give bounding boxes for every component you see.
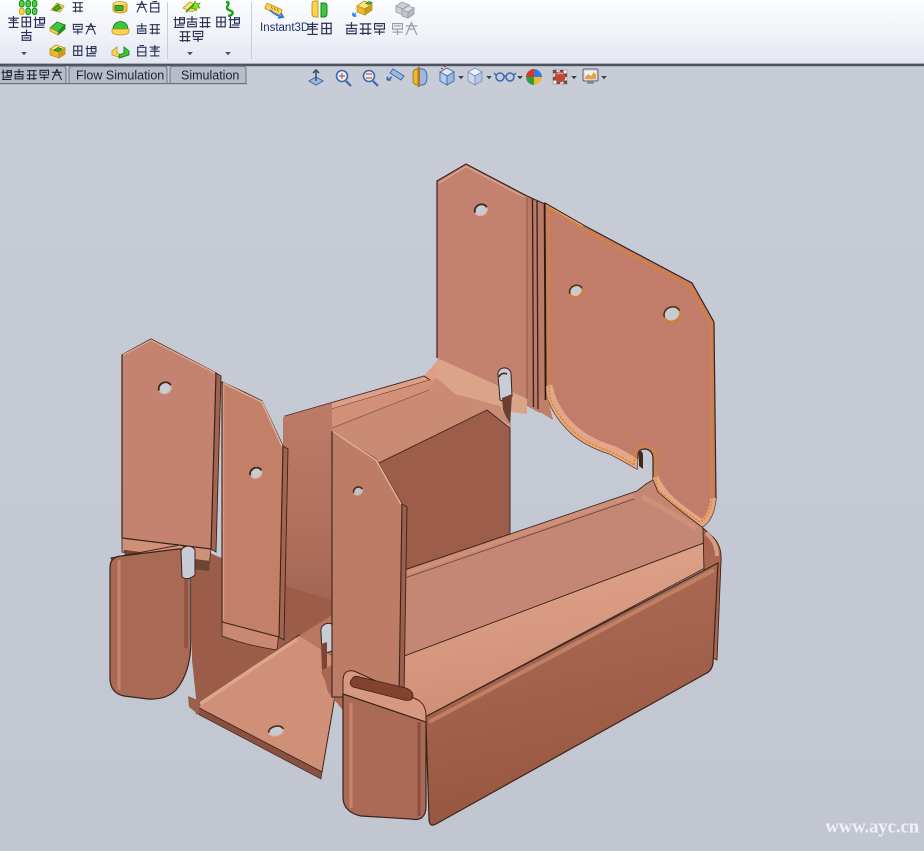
svg-text:Flow Simulation: Flow Simulation: [76, 69, 164, 83]
svg-text:www.ayc.cn: www.ayc.cn: [825, 818, 919, 838]
svg-text:Simulation: Simulation: [181, 69, 239, 83]
svg-text:Instant3D: Instant3D: [260, 22, 309, 34]
